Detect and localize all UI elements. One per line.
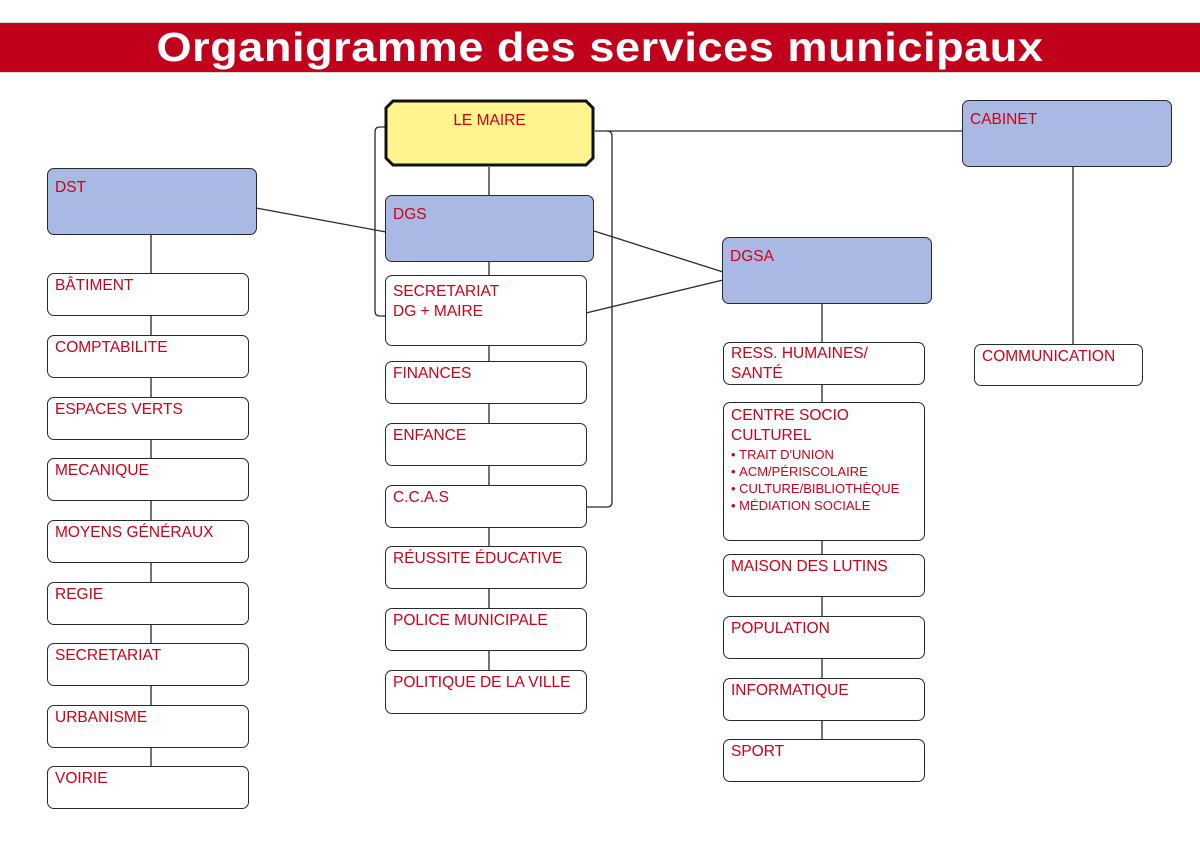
dgsa-box[interactable]: DGSA [722,237,932,304]
dst-box[interactable]: DST [47,168,257,235]
service-label: SECRETARIAT [55,647,162,664]
connector-mayor-ccas [586,130,613,508]
cabinet-label: CABINET [970,111,1038,128]
dgs-label: DGS [393,206,427,223]
dst-service-espaces-verts[interactable]: ESPACES VERTS [47,397,249,440]
centre-item: TRAIT D'UNION [731,446,924,463]
dst-service-batiment[interactable]: BÂTIMENT [47,273,249,316]
dgs-service-politique-de-la-ville[interactable]: POLITIQUE DE LA VILLE [385,670,587,714]
connector-secretariat-dgsa [585,279,724,314]
rh-line-1: RESS. HUMAINES/ [731,345,868,362]
centre-item: ACM/PÉRISCOLAIRE [731,463,924,480]
centre-line-2: CULTUREL [731,427,812,444]
dst-service-urbanisme[interactable]: URBANISME [47,705,249,748]
dgs-service-reussite-educative[interactable]: RÉUSSITE ÉDUCATIVE [385,546,587,589]
dgs-service-enfance[interactable]: ENFANCE [385,423,587,466]
dgs-service-ccas[interactable]: C.C.A.S [385,485,587,528]
dst-service-moyens-generaux[interactable]: MOYENS GÉNÉRAUX [47,520,249,563]
service-label: VOIRIE [55,770,108,787]
service-label: POLICE MUNICIPALE [393,612,548,629]
rh-line-2: SANTÉ [731,365,783,382]
dgs-service-finances[interactable]: FINANCES [385,361,587,404]
dgsa-label: DGSA [730,248,774,265]
mayor-box[interactable]: LE MAIRE [384,99,595,167]
service-label: ESPACES VERTS [55,401,183,418]
service-label: MOYENS GÉNÉRAUX [55,524,214,541]
service-label: RÉUSSITE ÉDUCATIVE [393,550,563,567]
dgs-secretariat-box[interactable]: SECRETARIAT DG + MAIRE [385,275,587,346]
dgs-service-police-municipale[interactable]: POLICE MUNICIPALE [385,608,587,651]
dgsa-service-population[interactable]: POPULATION [723,616,925,659]
mayor-shape [384,99,595,167]
dst-service-comptabilite[interactable]: COMPTABILITE [47,335,249,378]
secretariat-line-2: DG + MAIRE [393,303,484,320]
cabinet-box[interactable]: CABINET [962,100,1172,167]
dgsa-service-sport[interactable]: SPORT [723,739,925,782]
service-label: FINANCES [393,365,472,382]
service-label: POPULATION [731,620,830,637]
service-label: MECANIQUE [55,462,149,479]
service-label: POLITIQUE DE LA VILLE [393,674,571,691]
mayor-label: LE MAIRE [453,112,526,129]
connector-dst-dgs [255,207,387,233]
connector-dgs-dgsa [593,230,724,273]
dst-service-mecanique[interactable]: MECANIQUE [47,458,249,501]
dgsa-service-informatique[interactable]: INFORMATIQUE [723,678,925,721]
service-label: ENFANCE [393,427,467,444]
service-label: MAISON DES LUTINS [731,558,888,575]
service-label: BÂTIMENT [55,277,134,294]
centre-item: MÉDIATION SOCIALE [731,497,924,514]
centre-item: CULTURE/BIBLIOTHÈQUE [731,480,924,497]
secretariat-line-1: SECRETARIAT [393,283,500,300]
dst-service-secretariat[interactable]: SECRETARIAT [47,643,249,686]
communication-box[interactable]: COMMUNICATION [974,344,1143,386]
service-label: COMPTABILITE [55,339,168,356]
dgsa-centre-socio-culturel-box[interactable]: CENTRE SOCIO CULTUREL TRAIT D'UNION ACM/… [723,402,925,541]
centre-line-1: CENTRE SOCIO [731,407,849,424]
dst-label: DST [55,179,86,196]
service-label: INFORMATIQUE [731,682,849,699]
service-label: SPORT [731,743,785,760]
dgs-box[interactable]: DGS [385,195,594,262]
service-label: URBANISME [55,709,148,726]
dst-service-voirie[interactable]: VOIRIE [47,766,249,809]
service-label: REGIE [55,586,104,603]
service-label: C.C.A.S [393,489,449,506]
dgsa-rh-box[interactable]: RESS. HUMAINES/ SANTÉ [723,342,925,385]
communication-label: COMMUNICATION [982,348,1116,365]
dst-service-regie[interactable]: REGIE [47,582,249,625]
dgsa-service-maison-des-lutins[interactable]: MAISON DES LUTINS [723,554,925,597]
